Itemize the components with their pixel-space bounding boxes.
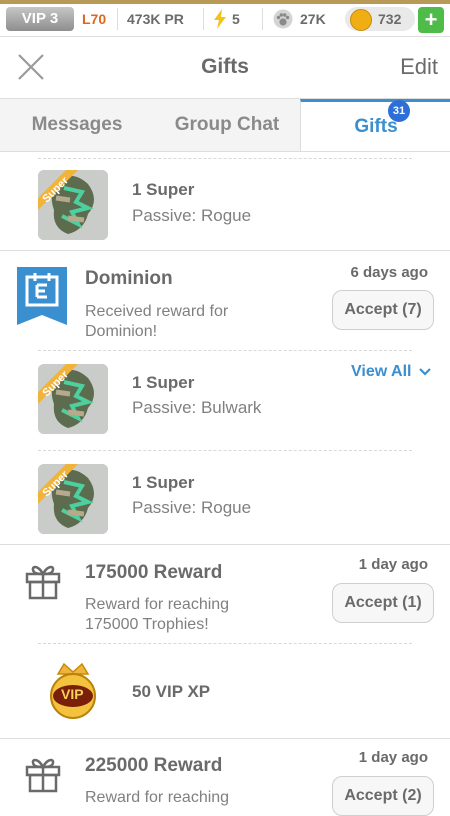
item-subtitle: Passive: Rogue: [132, 498, 252, 517]
message-time: 1 day ago: [358, 556, 428, 573]
calendar-icon: [17, 267, 67, 325]
energy-count: 5: [232, 11, 240, 27]
gift-icon: [25, 758, 61, 793]
vip-badge[interactable]: VIP 3: [6, 7, 74, 31]
accept-button[interactable]: Accept (2): [332, 776, 434, 816]
message-time: 1 day ago: [358, 749, 428, 766]
view-all-label: View All: [351, 363, 412, 380]
view-all-link[interactable]: View All: [351, 363, 432, 381]
tab-bar: Messages Group Chat Gifts: [0, 98, 450, 152]
message-body: Received reward for Dominion!: [85, 303, 229, 340]
divider: [262, 8, 263, 30]
status-bar-stripe: [0, 0, 450, 4]
tab-messages[interactable]: Messages: [0, 99, 154, 151]
divider: [117, 8, 118, 30]
add-coins-button[interactable]: +: [418, 7, 444, 33]
power-rating: 473K PR: [127, 11, 184, 27]
divider: [0, 544, 450, 545]
chevron-down-icon: [419, 367, 431, 376]
item-subtitle: Passive: Bulwark: [132, 398, 262, 417]
gift-icon: [25, 565, 61, 600]
accept-button[interactable]: Accept (1): [332, 583, 434, 623]
vip-icon-text: VIP: [61, 686, 84, 702]
divider: [38, 643, 412, 644]
coins-count: 732: [378, 11, 402, 27]
message-body: Reward for reaching: [85, 789, 230, 806]
message-body: Reward for reaching 175000 Trophies!: [85, 596, 230, 633]
accept-button[interactable]: Accept (7): [332, 290, 434, 330]
tab-gifts[interactable]: Gifts: [300, 99, 450, 151]
message-title: Dominion: [85, 268, 173, 289]
item-title: 50 VIP XP: [132, 682, 211, 701]
divider: [203, 8, 204, 30]
divider: [38, 350, 412, 351]
message-time: 6 days ago: [350, 264, 428, 281]
paws-count: 27K: [300, 11, 326, 27]
message-title: 225000 Reward: [85, 755, 223, 776]
coin-icon: [350, 9, 372, 31]
item-title: 1 Super: [132, 180, 195, 199]
item-title: 1 Super: [132, 473, 195, 492]
tab-group-chat[interactable]: Group Chat: [154, 99, 300, 151]
status-bar: VIP 3 L70 473K PR 5 27K 732 +: [0, 0, 450, 37]
super-card-icon: Super: [38, 170, 108, 240]
divider: [38, 450, 412, 451]
divider: [38, 158, 412, 159]
level-label: L70: [82, 11, 107, 27]
item-title: 1 Super: [132, 373, 195, 392]
item-subtitle: Passive: Rogue: [132, 206, 252, 225]
message-title: 175000 Reward: [85, 562, 223, 583]
super-card-icon: Super: [38, 464, 108, 534]
page-title: Gifts: [201, 55, 249, 78]
gifts-count-badge: 31: [388, 100, 410, 122]
divider: [0, 738, 450, 739]
paw-icon: [273, 9, 293, 29]
edit-button[interactable]: Edit: [400, 52, 438, 82]
super-card-icon: Super: [38, 364, 108, 434]
lightning-icon: [214, 9, 226, 29]
divider: [0, 250, 450, 251]
